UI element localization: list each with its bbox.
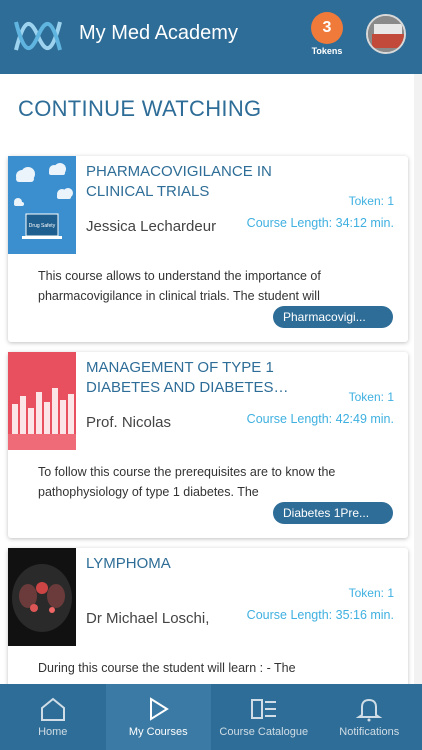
course-description: During this course the student will lear… [38,661,296,675]
tokens-badge[interactable]: 3 Tokens [308,12,346,56]
content-area[interactable]: CONTINUE WATCHING Drug Safety PHARMACOVI… [0,74,422,684]
user-avatar[interactable] [366,14,406,54]
nav-home[interactable]: Home [0,684,106,750]
nav-my-courses-label: My Courses [128,726,188,738]
course-length: Course Length: 42:49 min. [246,412,394,426]
course-card[interactable]: Drug Safety PHARMACOVIGILANCE IN CLINICA… [8,156,408,342]
course-token: Token: 1 [348,194,394,208]
course-tag-button[interactable]: Diabetes 1Pre... [273,502,393,524]
course-thumbnail [8,352,76,450]
nav-catalogue-label: Course Catalogue [219,726,309,738]
dna-wave-logo-icon[interactable] [12,14,64,58]
course-description: To follow this course the prerequisites … [38,465,336,499]
course-description: This course allows to understand the imp… [38,269,321,303]
course-author: Jessica Lechardeur [86,218,217,235]
avatar-image-icon [368,16,404,52]
play-icon [150,697,170,721]
course-token: Token: 1 [348,586,394,600]
thumb-text: Drug Safety [29,223,56,229]
course-thumbnail: Drug Safety [8,156,76,254]
nav-notifications-label: Notifications [339,726,400,738]
app-header: My Med Academy 3 Tokens [0,0,422,74]
nav-home-label: Home [38,726,68,738]
course-card[interactable]: MANAGEMENT OF TYPE 1 DIABETES AND DIABET… [8,352,408,538]
bell-icon [355,698,383,722]
course-title[interactable]: PHARMACOVIGILANCE IN CLINICAL TRIALS [86,162,296,202]
nav-my-courses[interactable]: My Courses [105,684,211,750]
home-icon [40,697,65,721]
nav-notifications[interactable]: Notifications [317,684,422,750]
tokens-label: Tokens [311,46,343,56]
bottom-navigation: Home My Courses Course Catalogue Notific… [0,684,422,750]
continue-watching-panel: CONTINUE WATCHING Drug Safety PHARMACOVI… [0,74,414,684]
course-length: Course Length: 35:16 min. [246,608,394,622]
catalogue-icon [250,699,276,719]
course-author: Prof. Nicolas [86,414,172,431]
tokens-count: 3 [311,12,343,44]
course-author: Dr Michael Loschi, [86,610,210,627]
nav-course-catalogue[interactable]: Course Catalogue [211,684,317,750]
course-thumbnail [8,548,76,646]
drug-safety-thumbnail-icon: Drug Safety [8,156,76,254]
course-tag-button[interactable]: Pharmacovigi... [273,306,393,328]
lymphoma-scan-thumbnail-icon [8,548,76,646]
course-length: Course Length: 34:12 min. [246,216,394,230]
app-title: My Med Academy [79,22,238,44]
course-title[interactable]: MANAGEMENT OF TYPE 1 DIABETES AND DIABET… [86,358,296,398]
diabetes-thumbnail-icon [8,352,76,450]
course-title[interactable]: LYMPHOMA [86,554,296,574]
course-token: Token: 1 [348,390,394,404]
course-card[interactable]: LYMPHOMA Dr Michael Loschi, Token: 1 Cou… [8,548,408,684]
section-title: CONTINUE WATCHING [18,96,262,121]
